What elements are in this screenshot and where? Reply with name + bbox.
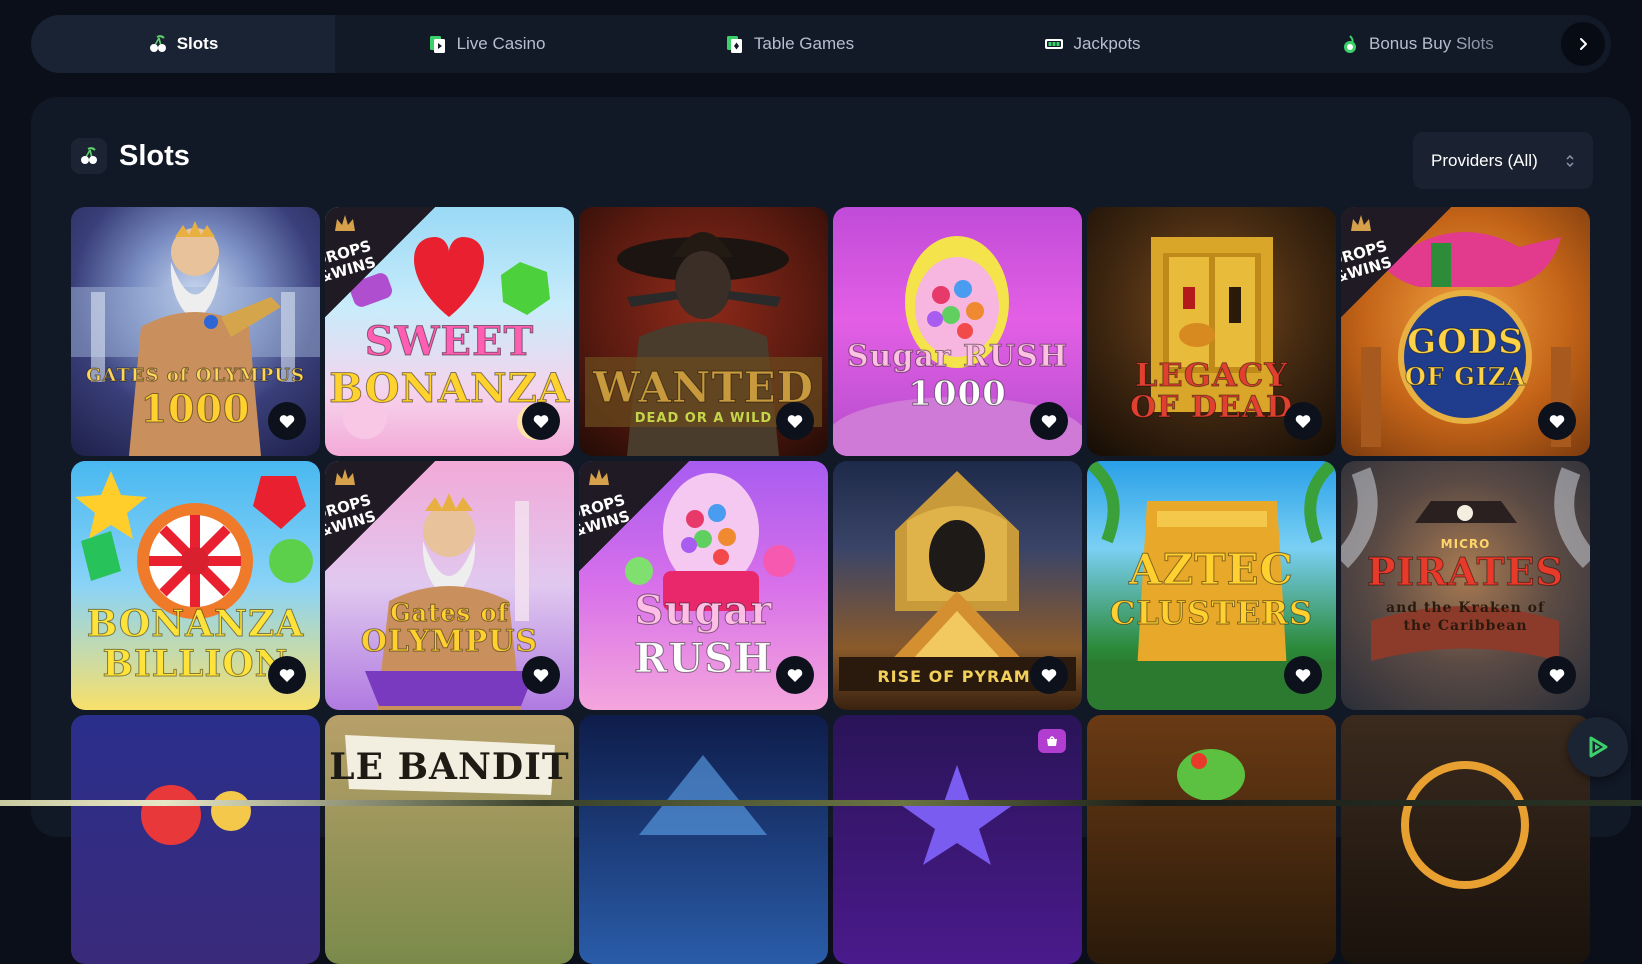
heart-icon <box>533 414 549 428</box>
crown-icon <box>335 215 355 231</box>
game-art <box>639 755 767 835</box>
heart-icon <box>787 668 803 682</box>
chevron-right-icon <box>1580 38 1587 50</box>
game-subtitle: OF GIZA <box>1404 362 1527 391</box>
game-card[interactable]: RISE OF PYRAMI <box>833 461 1082 710</box>
tab-label: Bonus Buy Slots <box>1369 34 1494 53</box>
tab-slots[interactable]: Slots <box>31 15 335 73</box>
favorite-button[interactable] <box>776 402 814 440</box>
game-card[interactable] <box>579 715 828 964</box>
game-card[interactable]: DROPS &WINS GODS OF GIZA <box>1341 207 1590 456</box>
game-art <box>1401 761 1529 889</box>
game-title: Sugar <box>634 587 773 634</box>
tab-table-games[interactable]: Table Games <box>638 15 941 73</box>
game-card[interactable]: LEGACY OF DEAD <box>1087 207 1336 456</box>
game-title: BONANZA <box>86 603 305 645</box>
game-title: PIRATES <box>1366 549 1565 594</box>
game-card[interactable]: WANTED DEAD OR A WILD <box>579 207 828 456</box>
game-card[interactable]: Sugar RUSH 1000 <box>833 207 1082 456</box>
heart-icon <box>1549 414 1565 428</box>
game-card[interactable]: DROPS &WINS SWEET BONANZA <box>325 207 574 456</box>
favorite-button[interactable] <box>268 656 306 694</box>
tab-jackpots[interactable]: Jackpots <box>941 15 1244 73</box>
crown-icon <box>589 469 609 485</box>
favorite-button[interactable] <box>1030 402 1068 440</box>
game-title: SWEET <box>364 318 535 365</box>
heart-icon <box>1549 668 1565 682</box>
providers-select[interactable]: Providers (All) <box>1413 132 1593 189</box>
game-title: LE BANDIT <box>329 746 570 788</box>
bonus-buy-icon <box>1340 34 1360 54</box>
bag-icon <box>1047 736 1057 746</box>
game-card[interactable]: DROPS &WINS Gates of OLYMPUS <box>325 461 574 710</box>
favorite-button[interactable] <box>1284 656 1322 694</box>
game-card[interactable] <box>1341 715 1590 964</box>
crown-icon <box>335 469 355 485</box>
game-subtitle: CLUSTERS <box>1109 594 1314 632</box>
section-title: Slots <box>119 139 190 172</box>
game-card[interactable] <box>71 715 320 964</box>
game-card[interactable]: AZTEC CLUSTERS <box>1087 461 1336 710</box>
heart-icon <box>1295 668 1311 682</box>
providers-label: Providers (All) <box>1431 150 1538 170</box>
tabs-next-button[interactable] <box>1561 22 1605 66</box>
game-card[interactable]: DROPS &WINS Sugar RUSH <box>579 461 828 710</box>
game-art <box>1177 749 1245 801</box>
game-title: AZTEC <box>1129 545 1294 594</box>
game-card[interactable] <box>1087 715 1336 964</box>
heart-icon <box>533 668 549 682</box>
favorite-button[interactable] <box>1284 402 1322 440</box>
game-card[interactable]: MICRO PIRATES and the Kraken of the Cari… <box>1341 461 1590 710</box>
game-title: LEGACY <box>1134 356 1289 394</box>
tab-bonus-buy-slots[interactable]: Bonus Buy Slots <box>1244 15 1524 73</box>
jackpot-icon <box>1044 34 1064 54</box>
crown-icon <box>1351 215 1371 231</box>
game-art <box>141 785 251 845</box>
game-subtitle: and the Kraken of the Caribbean <box>1386 600 1545 634</box>
heart-icon <box>1295 414 1311 428</box>
game-card[interactable]: BONANZA BILLION <box>71 461 320 710</box>
heart-icon <box>279 668 295 682</box>
category-tabbar: Slots Live Casino Table Games Jackpots B… <box>31 15 1611 73</box>
tab-live-casino[interactable]: Live Casino <box>335 15 638 73</box>
favorite-button[interactable] <box>1538 402 1576 440</box>
cherry-icon <box>148 34 168 54</box>
favorite-button[interactable] <box>268 402 306 440</box>
game-card[interactable]: LE BANDIT <box>325 715 574 964</box>
game-subtitle: OLYMPUS <box>360 624 539 659</box>
favorite-button[interactable] <box>1538 656 1576 694</box>
bonus-badge <box>1038 729 1066 753</box>
favorite-button[interactable] <box>522 656 560 694</box>
bottom-edge-strip <box>0 800 1642 806</box>
favorite-button[interactable] <box>776 656 814 694</box>
heart-icon <box>279 414 295 428</box>
live-card-icon <box>428 34 448 54</box>
game-card[interactable]: GATES of OLYMPUS 1000 <box>71 207 320 456</box>
tab-label: Jackpots <box>1073 34 1141 53</box>
game-title: Gates of <box>390 598 509 627</box>
cherry-icon <box>71 138 107 174</box>
favorite-button[interactable] <box>522 402 560 440</box>
table-card-icon <box>725 34 745 54</box>
sort-arrows-icon <box>1565 153 1575 169</box>
heart-icon <box>787 414 803 428</box>
play-logo-icon <box>1589 736 1608 758</box>
floating-play-button[interactable] <box>1568 717 1628 777</box>
game-title: GATES of OLYMPUS <box>86 365 305 386</box>
game-title: GODS <box>1407 322 1524 362</box>
tab-label: Live Casino <box>456 34 546 53</box>
game-grid: GATES of OLYMPUS 1000 DROPS &WINS SWEET B… <box>71 207 1593 964</box>
game-title: Sugar RUSH <box>846 339 1069 374</box>
drops-wins-badge: DROPS &WINS <box>579 461 689 601</box>
drops-wins-badge: DROPS &WINS <box>325 461 435 601</box>
tab-label: Table Games <box>753 34 855 53</box>
heart-icon <box>1041 414 1057 428</box>
tab-label: Slots <box>176 34 219 53</box>
section-header: Slots <box>71 138 190 174</box>
heart-icon <box>1041 668 1057 682</box>
game-card[interactable] <box>833 715 1082 964</box>
favorite-button[interactable] <box>1030 656 1068 694</box>
